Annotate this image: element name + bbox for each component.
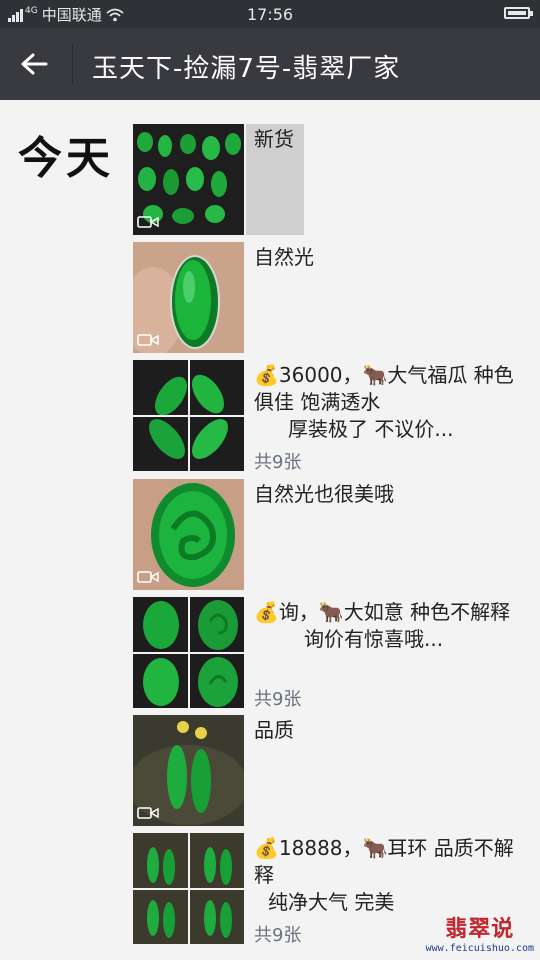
post-text-line2: 厚装极了 不议价... xyxy=(288,417,454,441)
status-bar: 4G 中国联通 17:56 xyxy=(0,0,540,28)
post-text: 💰36000，🐂大气福瓜 种色俱佳 饱满透水 厚装极了 不议价... xyxy=(254,362,528,443)
post-text: 💰18888，🐂耳环 品质不解释 纯净大气 完美 xyxy=(254,835,528,916)
nav-bar: 玉天下-捡漏7号-翡翠厂家 xyxy=(0,28,540,100)
post-text: 新货 xyxy=(254,127,294,151)
post-text-line2: 询价有惊喜哦... xyxy=(304,627,444,651)
post-album[interactable] xyxy=(133,597,244,708)
nav-divider xyxy=(72,44,73,84)
post-text: 品质 xyxy=(254,718,294,742)
watermark-url: www.feicuishuo.com xyxy=(425,943,534,954)
moment-post[interactable]: 新货 xyxy=(133,124,540,235)
post-text-line1: 💰36000，🐂大气福瓜 种色俱佳 饱满透水 xyxy=(254,363,514,414)
post-thumbnail[interactable] xyxy=(133,242,244,353)
clock: 17:56 xyxy=(246,5,294,24)
post-thumbnail[interactable] xyxy=(133,479,244,590)
post-text: 自然光也很美哦 xyxy=(254,482,394,506)
post-text: 自然光 xyxy=(254,245,314,269)
moment-post[interactable]: 自然光 xyxy=(133,242,540,353)
post-text: 💰询，🐂大如意 种色不解释 询价有惊喜哦... xyxy=(254,599,528,653)
page-title: 玉天下-捡漏7号-翡翠厂家 xyxy=(92,54,401,84)
moment-post[interactable]: 自然光也很美哦 xyxy=(133,479,540,590)
video-icon xyxy=(137,571,159,583)
post-album[interactable] xyxy=(133,833,244,944)
arrow-left-icon xyxy=(21,53,48,75)
moment-post[interactable]: 💰询，🐂大如意 种色不解释 询价有惊喜哦... 共9张 xyxy=(133,597,540,710)
moment-post[interactable]: 💰36000，🐂大气福瓜 种色俱佳 饱满透水 厚装极了 不议价... 共9张 xyxy=(133,360,540,473)
video-icon xyxy=(137,334,159,346)
post-thumbnail[interactable] xyxy=(133,124,244,235)
post-text-line1: 💰18888，🐂耳环 品质不解释 xyxy=(254,836,514,887)
photo-count: 共9张 xyxy=(254,925,302,946)
moment-post[interactable]: 品质 xyxy=(133,715,540,826)
watermark-logo: 翡翠说 www.feicuishuo.com xyxy=(426,911,534,954)
watermark-main: 翡翠说 xyxy=(445,917,515,942)
post-text-line1: 💰询，🐂大如意 种色不解释 xyxy=(254,600,511,624)
post-album[interactable] xyxy=(133,360,244,471)
photo-count: 共9张 xyxy=(254,689,302,710)
photo-count: 共9张 xyxy=(254,452,302,473)
post-thumbnail[interactable] xyxy=(133,715,244,826)
day-label: 今天 xyxy=(18,133,114,184)
video-icon xyxy=(137,216,159,228)
battery-icon xyxy=(504,7,533,19)
back-button[interactable] xyxy=(14,44,54,84)
video-icon xyxy=(137,807,159,819)
